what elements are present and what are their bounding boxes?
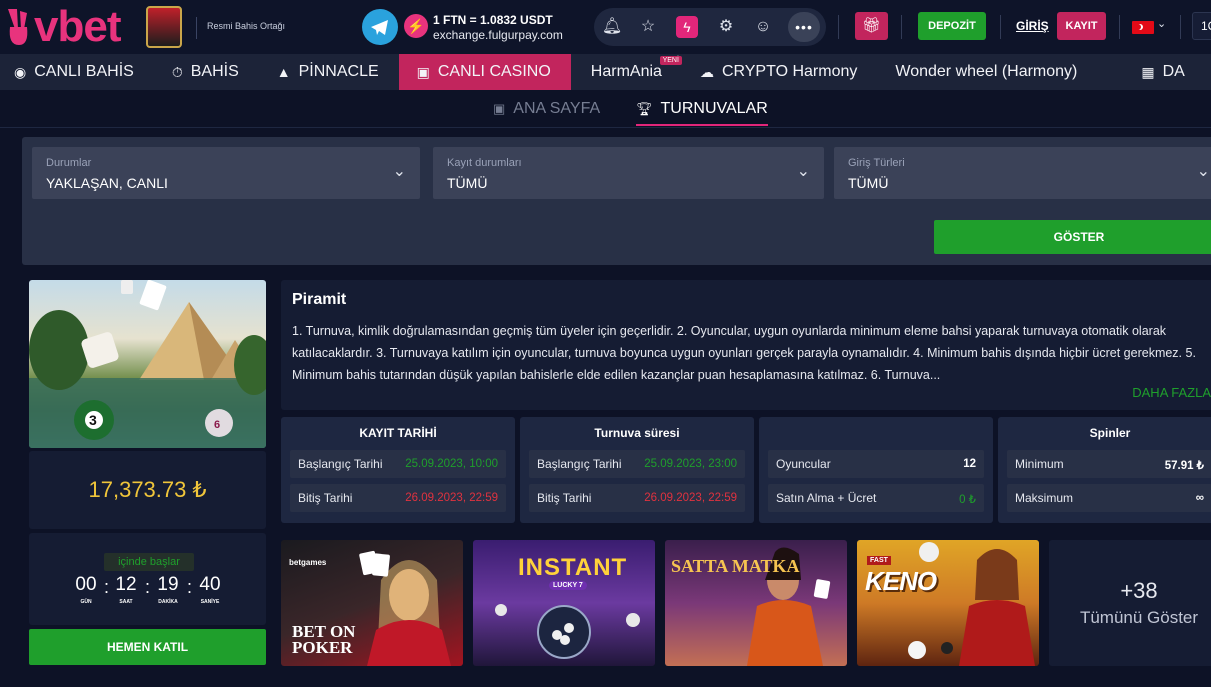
active-tab-indicator: [636, 124, 768, 126]
show-button[interactable]: GÖSTER: [934, 220, 1211, 254]
tab-tournaments[interactable]: 🏆︎ TURNUVALAR: [636, 100, 768, 118]
buyin-row: Satın Alma + Ücret 0 ₺: [768, 484, 984, 512]
sub-nav: ▣ ANA SAYFA 🏆︎ TURNUVALAR: [0, 90, 1211, 128]
game-tile-satta-matka[interactable]: SATTA MATKA: [665, 540, 847, 666]
login-link[interactable]: GİRİŞ: [1016, 19, 1049, 33]
entry-type-select[interactable]: Giriş Türleri TÜMÜ ⌄: [834, 147, 1211, 199]
club-crest: [146, 6, 182, 48]
countdown-days: 00 GÜN: [75, 574, 97, 605]
nav-live-betting[interactable]: ◉ CANLI BAHİS: [0, 54, 148, 90]
countdown-minutes: 19 DAKİKA: [157, 574, 179, 605]
game-tile-fast-keno[interactable]: FAST KENO: [857, 540, 1039, 666]
time-display: 1C: [1192, 12, 1211, 40]
status-select[interactable]: Durumlar YAKLAŞAN, CANLI ⌄: [32, 147, 420, 199]
divider: [1119, 15, 1120, 39]
chevron-down-icon: ⌄: [1196, 163, 1210, 180]
registration-start-row: Başlangıç Tarihi 25.09.2023, 10:00: [290, 450, 506, 478]
ftn-rate[interactable]: 1 FTN = 1.0832 USDT: [433, 13, 553, 27]
pyramid-scene: 3 6: [29, 280, 266, 448]
divider: [196, 17, 197, 39]
nav-live-casino[interactable]: ▣ CANLI CASINO: [398, 54, 571, 90]
header-icon-bar: 🔔︎ ☆ ϟ ⚙ ☺ •••: [594, 8, 826, 46]
divider: [838, 15, 839, 39]
players-card: Oyuncular 12 Satın Alma + Ücret 0 ₺: [759, 417, 993, 523]
divider: [901, 15, 902, 39]
tournament-duration-card: Turnuva süresi Başlangıç Tarihi 25.09.20…: [520, 417, 754, 523]
more-icon[interactable]: •••: [788, 12, 820, 42]
casino-icon: ▣: [493, 101, 506, 116]
svg-text:3: 3: [89, 412, 97, 428]
svg-text:6: 6: [214, 419, 220, 431]
starts-in-label: içinde başlar: [104, 553, 194, 571]
spins-min-row: Minimum 57.91 ₺: [1007, 450, 1211, 478]
tournament-banner: 3 6: [29, 280, 266, 448]
nav-crypto-harmony[interactable]: ☁ CRYPTO Harmony: [676, 54, 871, 90]
casino-icon: ▣: [416, 63, 430, 80]
game-tile-bet-on-poker[interactable]: betgames BET ON POKER: [281, 540, 463, 666]
flash-icon[interactable]: ϟ: [676, 16, 698, 38]
tournament-info: Piramit 1. Turnuva, kimlik doğrulamasınd…: [281, 280, 1211, 410]
show-all-games-button[interactable]: +38 Tümünü Göster: [1049, 540, 1211, 666]
divider: [1000, 15, 1001, 39]
registration-end-row: Bitiş Tarihi 26.09.2023, 22:59: [290, 484, 506, 512]
nav-betting[interactable]: ⏱ BAHİS: [148, 54, 253, 90]
ftn-icon[interactable]: ⚡: [404, 14, 428, 38]
star-icon[interactable]: ☆: [637, 16, 659, 38]
spins-card: Spinler Minimum 57.91 ₺ Maksimum ∞: [998, 417, 1211, 523]
nav-pinnacle[interactable]: ▲ PİNNACLE: [253, 54, 393, 90]
gift-icon[interactable]: 🎁︎: [855, 12, 888, 40]
chevron-down-icon[interactable]: ⌄: [1157, 17, 1166, 30]
ftn-site[interactable]: exchange.fulgurpay.com: [433, 28, 563, 42]
countdown-hours: 12 SAAT: [115, 574, 137, 605]
pinnacle-icon: ▲: [276, 64, 291, 80]
prize-pool: 17,373.73 ₺: [29, 451, 266, 529]
logo-text: vbet: [34, 2, 121, 51]
top-header: vbet Resmi Bahis Ortağı ⚡ 1 FTN = 1.0832…: [0, 0, 1211, 54]
nav-harmania[interactable]: HarmAnia YENİ: [571, 54, 682, 90]
victory-hand-icon: [8, 9, 28, 45]
spins-max-row: Maksimum ∞: [1007, 484, 1211, 512]
divider: [1180, 15, 1181, 39]
more-games-count: +38: [1120, 578, 1158, 603]
register-button[interactable]: KAYIT: [1057, 12, 1106, 40]
turkey-flag-icon[interactable]: [1132, 21, 1154, 34]
game-tile-instant-lucky7[interactable]: INSTANT LUCKY 7: [473, 540, 655, 666]
chevron-down-icon: ⌄: [796, 163, 810, 180]
show-all-label: Tümünü Göster: [1079, 608, 1199, 627]
live-icon: ◉: [14, 63, 27, 80]
countdown-seconds: 40 SANİYE: [199, 574, 221, 605]
read-more-link[interactable]: DAHA FAZLA: [1132, 385, 1211, 400]
telegram-icon[interactable]: [362, 9, 398, 45]
tournament-rules: 1. Turnuva, kimlik doğrulamasından geçmi…: [292, 324, 1196, 382]
players-row: Oyuncular 12: [768, 450, 984, 478]
trophy-icon: 🏆︎: [636, 101, 653, 116]
filter-panel: Durumlar YAKLAŞAN, CANLI ⌄ Kayıt durumla…: [22, 137, 1211, 265]
gear-icon[interactable]: ⚙: [715, 16, 737, 38]
registration-date-card: KAYIT TARİHİ Başlangıç Tarihi 25.09.2023…: [281, 417, 515, 523]
duration-start-row: Başlangıç Tarihi 25.09.2023, 23:00: [529, 450, 745, 478]
tournament-title: Piramit: [292, 291, 347, 308]
join-now-button[interactable]: HEMEN KATIL: [29, 629, 266, 665]
partner-text: Resmi Bahis Ortağı: [207, 21, 286, 31]
nav-wonder-wheel[interactable]: Wonder wheel (Harmony): [871, 54, 1091, 90]
registration-status-select[interactable]: Kayıt durumları TÜMÜ ⌄: [433, 147, 824, 199]
deposit-button[interactable]: DEPOZİT: [918, 12, 986, 40]
tab-home[interactable]: ▣ ANA SAYFA: [493, 100, 600, 118]
vbet-logo[interactable]: vbet: [4, 2, 121, 51]
support-icon[interactable]: ☺: [752, 16, 774, 38]
main-nav: ◉ CANLI BAHİS ⏱ BAHİS ▲ PİNNACLE ▣ CANLI CAS…: [0, 54, 1211, 90]
chevron-down-icon: ⌄: [392, 163, 406, 180]
grid-icon: ▦: [1141, 63, 1155, 80]
bell-icon[interactable]: 🔔︎: [601, 16, 623, 38]
stopwatch-icon: ⏱: [171, 63, 183, 80]
crypto-icon: ☁: [699, 63, 714, 80]
duration-end-row: Bitiş Tarihi 26.09.2023, 22:59: [529, 484, 745, 512]
nav-more[interactable]: ▦ DA: [1091, 54, 1198, 90]
divider: [0, 127, 1211, 128]
